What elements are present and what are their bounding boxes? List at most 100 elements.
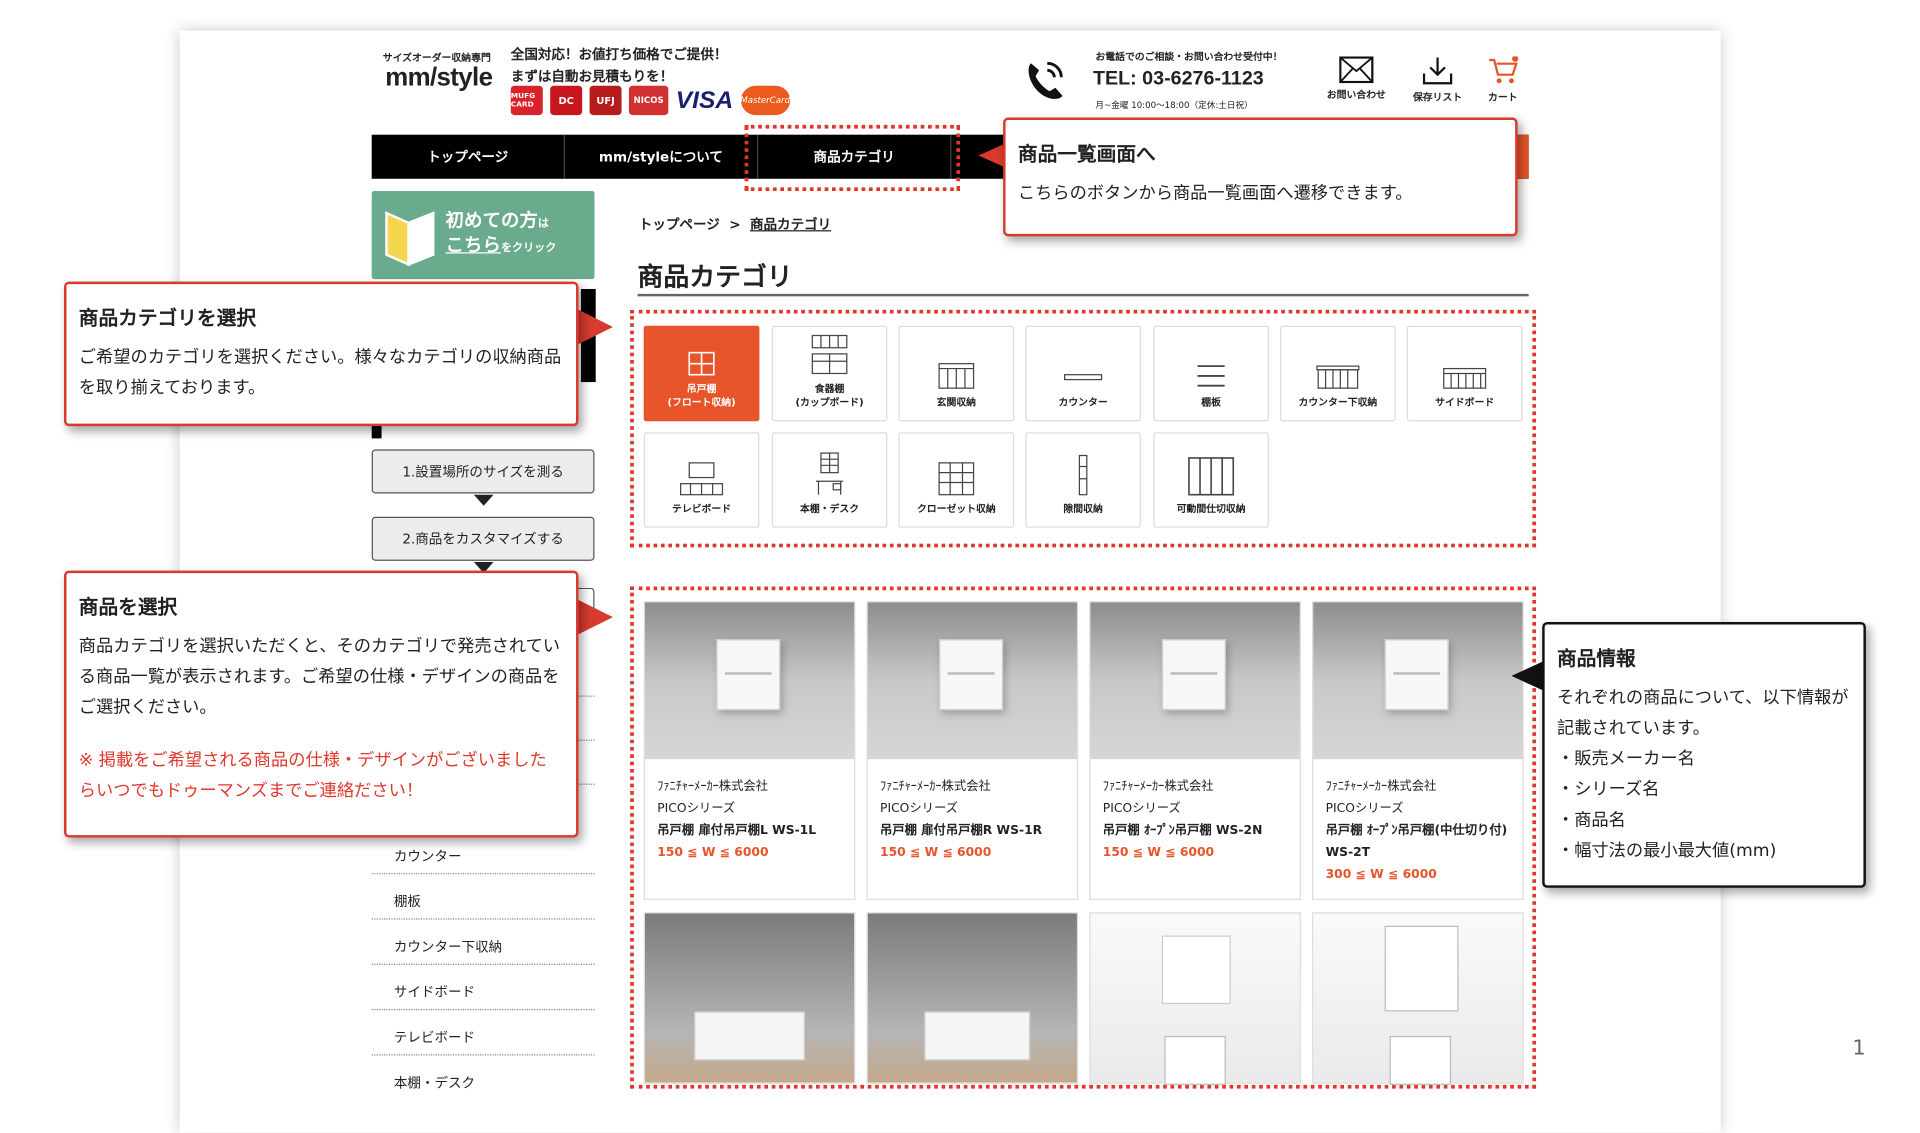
- category-gap-storage[interactable]: 隙間収納: [1025, 432, 1141, 528]
- contact-label: お問い合わせ: [1326, 89, 1386, 101]
- bookshelf-desk-icon: [816, 452, 844, 495]
- product-card[interactable]: ﾌｧﾆﾁｬｰﾒｰｶｰ株式会社 PICOシリーズ 吊戸棚 ｵｰﾌﾟﾝ吊戸棚(中仕切…: [1312, 601, 1524, 901]
- hanging-cabinet-icon: [688, 352, 715, 376]
- callout-body: ご希望のカテゴリを選択ください。様々なカテゴリの収納商品を取り揃えております。: [78, 348, 562, 399]
- product-size: 150 ≦ W ≦ 6000: [880, 846, 992, 860]
- product-image[interactable]: [643, 912, 856, 1084]
- callout-pointer: [578, 309, 613, 345]
- tel-number[interactable]: TEL: 03-6276-1123: [1093, 69, 1264, 91]
- callout-title: 商品カテゴリを選択: [78, 306, 257, 330]
- callout-select-product: 商品を選択 商品カテゴリを選択いただくと、そのカテゴリで発売されている商品一覧が…: [64, 570, 579, 838]
- category-partition[interactable]: 可動間仕切収納: [1153, 432, 1269, 528]
- card-ufj: UFJ: [589, 85, 622, 116]
- nav-about[interactable]: mm/styleについて: [565, 134, 759, 179]
- under-counter-icon: [1316, 365, 1360, 390]
- product-name: 吊戸棚 扉付吊戸棚R WS-1R: [880, 824, 1043, 838]
- category-label: サイドボード: [1435, 396, 1495, 409]
- tel-caption: お電話でのご相談・お問い合わせ受付中！: [1095, 51, 1283, 63]
- book-icon: [385, 211, 435, 267]
- saved-list-button[interactable]: 保存リスト: [1407, 56, 1469, 104]
- sidebar-link-sideboard[interactable]: サイドボード: [371, 965, 595, 1011]
- category-under-counter[interactable]: カウンター下収納: [1280, 325, 1396, 422]
- product-series: PICOシリーズ: [1102, 802, 1181, 816]
- step-arrow: [473, 494, 494, 506]
- breadcrumb-current[interactable]: 商品カテゴリ: [750, 217, 831, 233]
- page-number: 1: [1852, 1035, 1866, 1061]
- first-time-line2: こちら: [445, 234, 501, 257]
- category-counter[interactable]: カウンター: [1025, 325, 1141, 422]
- product-series: PICOシリーズ: [657, 802, 736, 816]
- category-tv-board[interactable]: テレビボード: [643, 432, 760, 528]
- sideboard-icon: [1443, 368, 1487, 390]
- logo[interactable]: mm/style: [385, 64, 493, 93]
- info-item: ・販売メーカー名: [1556, 749, 1695, 770]
- callout-title: 商品を選択: [78, 595, 178, 619]
- category-label: 本棚・デスク: [800, 503, 860, 515]
- callout-pointer: [978, 144, 1004, 167]
- tv-board-icon: [680, 462, 724, 496]
- product-image[interactable]: [1312, 912, 1524, 1085]
- product-name: 吊戸棚 ｵｰﾌﾟﾝ吊戸棚(中仕切り付) WS-2T: [1325, 824, 1508, 860]
- partition-icon: [1188, 457, 1235, 496]
- gap-storage-icon: [1078, 455, 1088, 496]
- category-label: 吊戸棚: [686, 383, 717, 395]
- card-dc: DC: [550, 85, 583, 116]
- category-closet[interactable]: クローゼット収納: [898, 432, 1015, 528]
- category-bookshelf-desk[interactable]: 本棚・デスク: [771, 432, 888, 528]
- cart-icon: [1489, 56, 1519, 84]
- product-image[interactable]: [1089, 912, 1301, 1085]
- callout-pointer: [578, 600, 613, 635]
- category-label: 玄関収納: [936, 396, 977, 409]
- closet-icon: [938, 462, 975, 496]
- product-image[interactable]: [866, 912, 1079, 1084]
- category-label: 可動間仕切収納: [1176, 503, 1246, 515]
- product-size: 150 ≦ W ≦ 6000: [657, 846, 769, 860]
- product-size: 150 ≦ W ≦ 6000: [1102, 846, 1215, 860]
- page-title: 商品カテゴリ: [637, 262, 793, 292]
- saved-list-label: 保存リスト: [1412, 91, 1463, 103]
- product-image: [867, 602, 1077, 760]
- product-name: 吊戸棚 ｵｰﾌﾟﾝ吊戸棚 WS-2N: [1102, 824, 1263, 838]
- first-time-line1: 初めての方: [445, 209, 538, 232]
- category-label-sub: (フロート収納): [667, 396, 736, 409]
- nav-accent: [1516, 134, 1529, 179]
- product-image: [644, 602, 855, 760]
- category-entrance[interactable]: 玄関収納: [898, 325, 1015, 422]
- tagline-2: まずは自動お見積もりを！: [510, 68, 674, 85]
- sidebar-link-tv-board[interactable]: テレビボード: [371, 1010, 595, 1056]
- contact-button[interactable]: お問い合わせ: [1326, 56, 1388, 101]
- category-label: カウンター下収納: [1298, 396, 1378, 409]
- category-shelf-board[interactable]: 棚板: [1153, 325, 1269, 422]
- sidebar-link-bookshelf[interactable]: 本棚・デスク: [372, 1056, 595, 1101]
- sidebar-link-under-counter[interactable]: カウンター下収納: [371, 920, 595, 965]
- product-card[interactable]: ﾌｧﾆﾁｬｰﾒｰｶｰ株式会社 PICOシリーズ 吊戸棚 扉付吊戸棚R WS-1R…: [866, 601, 1079, 901]
- category-label-sub: (カップボード): [795, 396, 864, 409]
- cupboard-icon: [811, 335, 848, 375]
- product-image: [1313, 602, 1523, 760]
- sidebar-link-shelf[interactable]: 棚板: [371, 874, 595, 920]
- breadcrumb-home[interactable]: トップページ: [639, 217, 720, 233]
- category-hanging-cabinet[interactable]: 吊戸棚 (フロート収納): [643, 325, 760, 422]
- category-label: 隙間収納: [1063, 503, 1103, 515]
- card-nicos: NICOS: [628, 85, 669, 116]
- title-rule: [637, 293, 1529, 297]
- step-measure-button[interactable]: 1.設置場所のサイズを測る: [371, 449, 595, 494]
- nav-top-page[interactable]: トップページ: [372, 134, 565, 179]
- callout-body: こちらのボタンから商品一覧画面へ遷移できます。: [1017, 184, 1413, 204]
- callout-title: 商品情報: [1556, 646, 1636, 670]
- product-image: [1090, 602, 1300, 760]
- category-cupboard[interactable]: 食器棚 (カップボード): [771, 325, 888, 422]
- cart-button[interactable]: カート: [1472, 56, 1534, 104]
- category-label: カウンター: [1058, 396, 1108, 409]
- callout-select-category: 商品カテゴリを選択 ご希望のカテゴリを選択ください。様々なカテゴリの収納商品を取…: [64, 281, 579, 427]
- product-card[interactable]: ﾌｧﾆﾁｬｰﾒｰｶｰ株式会社 PICOシリーズ 吊戸棚 ｵｰﾌﾟﾝ吊戸棚 WS-…: [1089, 601, 1301, 901]
- download-icon: [1422, 57, 1453, 85]
- step-customize-button[interactable]: 2.商品をカスタマイズする: [371, 516, 595, 561]
- product-series: PICOシリーズ: [880, 802, 958, 816]
- tagline-1: 全国対応！お値打ち価格でご提供！: [510, 46, 728, 63]
- info-item: ・幅寸法の最小最大値(mm): [1556, 841, 1777, 861]
- product-card[interactable]: ﾌｧﾆﾁｬｰﾒｰｶｰ株式会社 PICOシリーズ 吊戸棚 扉付吊戸棚L WS-1L…: [643, 601, 856, 901]
- category-sideboard[interactable]: サイドボード: [1406, 325, 1523, 422]
- callout-body: 商品カテゴリを選択いただくと、そのカテゴリで発売されている商品一覧が表示されます…: [78, 637, 561, 718]
- product-maker: ﾌｧﾆﾁｬｰﾒｰｶｰ株式会社: [657, 780, 769, 794]
